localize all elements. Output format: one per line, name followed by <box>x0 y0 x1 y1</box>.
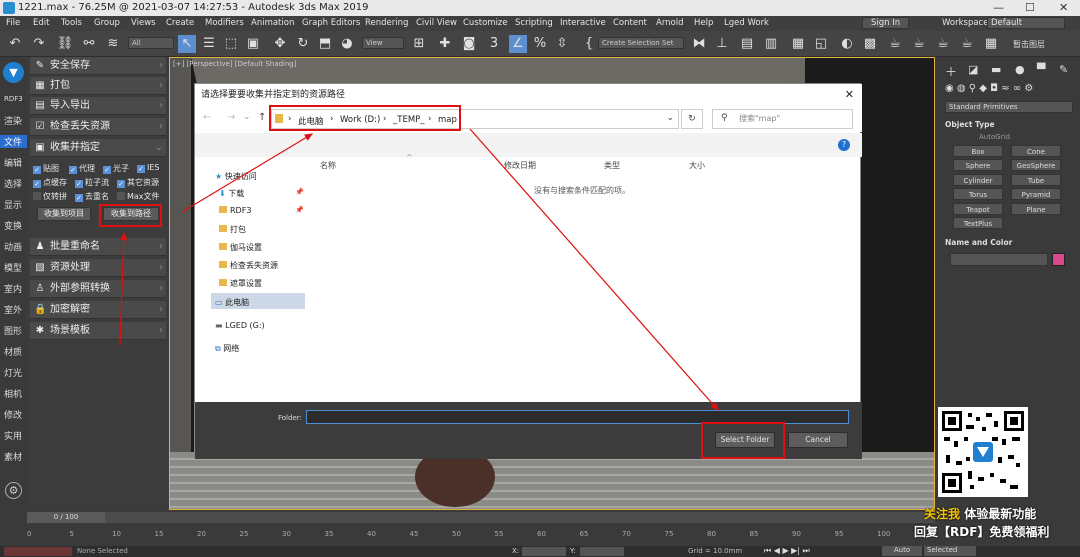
annotation-arrows <box>119 128 719 411</box>
